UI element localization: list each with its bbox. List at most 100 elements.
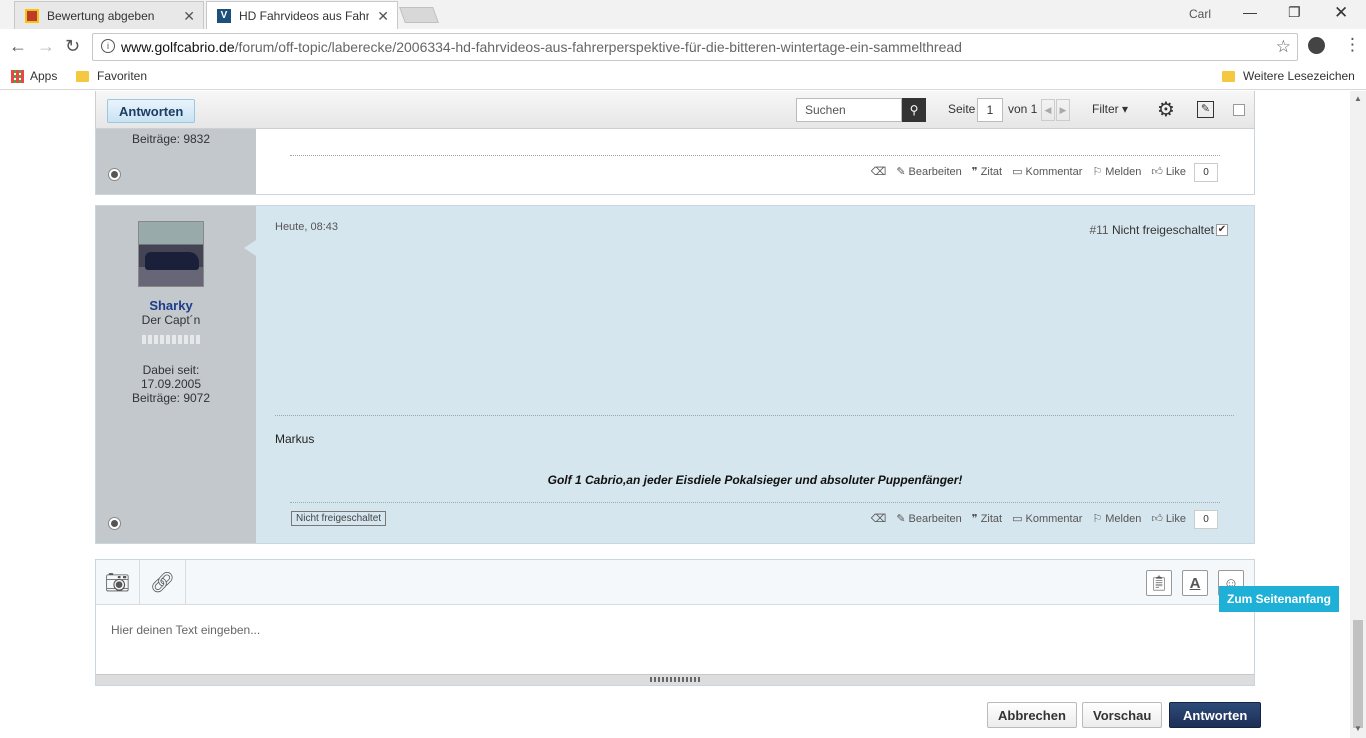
edit-button[interactable]: ✎ Bearbeiten — [896, 512, 961, 526]
post-status: Nicht freigeschaltet — [1111, 223, 1214, 237]
bookmark-label: Favoriten — [97, 69, 148, 83]
divider — [290, 502, 1220, 503]
quote-button[interactable]: ❞ Zitat — [971, 512, 1002, 526]
comment-button[interactable]: ▭ Kommentar — [1012, 165, 1082, 179]
editor-textarea[interactable]: Hier deinen Text eingeben... — [96, 605, 1254, 675]
thumbs-up-icon: 👍︎ — [1151, 166, 1163, 178]
author-title: Der Capt´n — [141, 313, 201, 327]
online-status-icon — [109, 518, 120, 529]
url-host: www.golfcabrio.de — [121, 39, 235, 55]
restore-icon[interactable]: ❐ — [1288, 4, 1301, 21]
select-all-checkbox[interactable] — [1233, 104, 1245, 116]
comment-icon: ▭ — [1012, 513, 1023, 525]
page-content: Beiträge: 9832 ⌫ ✎ Bearbeiten ❞ Zitat ▭ Kom… — [0, 91, 1350, 738]
thread-toolbar: Antworten Suchen ⚲ Seite 1 von 1 ◀ ▶ Fil… — [95, 91, 1255, 129]
tab-hd-fahrvideos[interactable]: V HD Fahrvideos aus Fahre ✕ — [206, 1, 398, 29]
page-scrollbar[interactable]: ▲ ▼ — [1350, 91, 1366, 738]
eraser-icon[interactable]: ⌫ — [871, 165, 887, 178]
prev-page-icon[interactable]: ◀ — [1041, 99, 1055, 121]
car-image — [145, 252, 199, 270]
link-icon[interactable]: 🔗︎ — [140, 560, 186, 605]
star-icon[interactable]: ☆ — [1276, 37, 1291, 57]
tab-bewertung[interactable]: Bewertung abgeben ✕ — [14, 1, 204, 29]
info-icon: i — [101, 39, 115, 53]
post-actions: ⌫ ✎ Bearbeiten ❞ Zitat ▭ Kommentar ⚐ Melden … — [871, 512, 1186, 526]
clipboard-icon[interactable]: 📋︎ — [1146, 570, 1172, 596]
bookmarks-bar: Apps Favoriten Weitere Lesezeichen — [0, 64, 1366, 90]
quote-button[interactable]: ❞ Zitat — [972, 165, 1002, 179]
scroll-down-icon[interactable]: ▼ — [1354, 724, 1362, 733]
joined-date: 17.09.2005 — [140, 377, 202, 391]
edit-mode-icon[interactable]: ✎ — [1197, 101, 1214, 118]
new-tab-button[interactable] — [399, 7, 439, 23]
menu-icon[interactable]: ⋮ — [1344, 35, 1361, 55]
like-count: 0 — [1194, 510, 1218, 529]
url-field[interactable]: i www.golfcabrio.de/forum/off-topic/labe… — [92, 33, 1298, 61]
grip-icon — [650, 677, 700, 682]
scrollbar-thumb[interactable] — [1353, 620, 1363, 728]
divider — [275, 415, 1234, 416]
minimize-icon[interactable]: — — [1243, 4, 1257, 20]
flag-icon: ⚐ — [1092, 166, 1103, 178]
search-input[interactable]: Suchen — [796, 98, 902, 122]
reply-button[interactable]: Antworten — [107, 99, 196, 123]
next-page-icon[interactable]: ▶ — [1056, 99, 1070, 121]
profile-name[interactable]: Carl — [1189, 7, 1211, 21]
editor-resize-handle[interactable] — [96, 674, 1254, 685]
quote-icon: ❞ — [971, 513, 978, 525]
report-button[interactable]: ⚐ Melden — [1092, 512, 1141, 526]
divider — [290, 155, 1220, 156]
close-icon[interactable]: ✕ — [377, 8, 389, 25]
bookmark-label: Apps — [30, 69, 58, 83]
avatar[interactable] — [138, 221, 204, 287]
editor-placeholder: Hier deinen Text eingeben... — [111, 623, 261, 637]
post-number[interactable]: #11 Nicht freigeschaltet — [1089, 223, 1214, 237]
comment-icon: ▭ — [1012, 166, 1023, 178]
post-sidebar: Sharky Der Capt´n Dabei seit: 17.09.2005… — [96, 206, 256, 543]
rank-bar — [142, 335, 200, 344]
back-icon[interactable]: ← — [9, 36, 27, 57]
sidebar-arrow — [244, 240, 256, 256]
cancel-button[interactable]: Abbrechen — [987, 702, 1077, 728]
preview-button[interactable]: Vorschau — [1082, 702, 1163, 728]
scroll-up-icon[interactable]: ▲ — [1354, 94, 1362, 103]
post-body: Heute, 08:43 #11 Nicht freigeschaltet ✔ … — [256, 206, 1254, 543]
close-window-icon[interactable]: ✕ — [1334, 3, 1348, 23]
bookmark-weitere[interactable]: Weitere Lesezeichen — [1222, 69, 1355, 83]
page-total: von 1 — [1008, 102, 1038, 116]
extension-icon[interactable] — [1308, 37, 1325, 54]
search-icon[interactable]: ⚲ — [902, 98, 926, 122]
report-button[interactable]: ⚐ Melden — [1092, 165, 1141, 179]
thumbs-up-icon: 👍︎ — [1151, 513, 1163, 525]
close-icon[interactable]: ✕ — [183, 8, 195, 25]
forward-icon[interactable]: → — [37, 36, 55, 57]
signature: Golf 1 Cabrio,an jeder Eisdiele Pokalsie… — [547, 473, 963, 487]
site-logo-icon: V — [217, 8, 231, 23]
url-path: /forum/off-topic/laberecke/2006334-hd-fa… — [234, 39, 962, 55]
like-count: 0 — [1194, 163, 1218, 182]
comment-button[interactable]: ▭ Kommentar — [1012, 512, 1082, 526]
reload-icon[interactable]: ↻ — [65, 36, 80, 57]
page-number-input[interactable]: 1 — [977, 98, 1003, 122]
eraser-icon[interactable]: ⌫ — [871, 512, 887, 525]
edit-button[interactable]: ✎ Bearbeiten — [896, 165, 961, 179]
gear-icon[interactable]: ⚙ — [1157, 97, 1175, 122]
like-button[interactable]: 👍︎ Like — [1151, 512, 1186, 526]
post-select-checkbox[interactable]: ✔ — [1216, 224, 1228, 236]
filter-dropdown[interactable]: Filter ▾ — [1092, 102, 1128, 116]
camera-icon[interactable]: 📷︎ — [96, 560, 140, 605]
bookmark-favoriten[interactable]: Favoriten — [76, 69, 147, 83]
text-format-icon[interactable]: A — [1182, 570, 1208, 596]
author-name[interactable]: Sharky — [96, 298, 246, 313]
folder-icon — [76, 70, 89, 82]
submit-reply-button[interactable]: Antworten — [1169, 702, 1262, 728]
bookmark-apps[interactable]: Apps — [11, 69, 57, 83]
scroll-to-top-button[interactable]: Zum Seitenanfang — [1219, 586, 1339, 612]
browser-addressbar: ← → ↻ i www.golfcabrio.de/forum/off-topi… — [0, 29, 1366, 64]
online-status-icon — [109, 169, 120, 180]
apps-grid-icon — [11, 69, 24, 83]
tab-title: Bewertung abgeben — [47, 8, 155, 23]
unapproved-badge: Nicht freigeschaltet — [291, 511, 387, 526]
tab-title: HD Fahrvideos aus Fahre — [239, 8, 369, 23]
like-button[interactable]: 👍︎ Like — [1151, 165, 1186, 179]
